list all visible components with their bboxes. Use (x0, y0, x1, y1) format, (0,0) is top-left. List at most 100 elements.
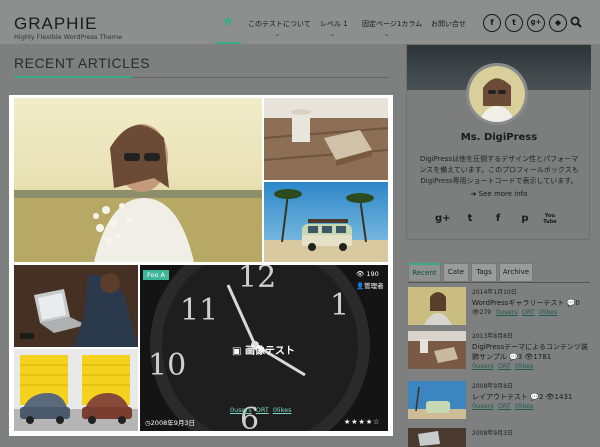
user-icon: 👤 (356, 282, 365, 290)
search-icon[interactable] (570, 16, 582, 28)
arrow-right-icon: ➜ (470, 190, 477, 198)
facebook-icon[interactable]: f (491, 213, 505, 224)
avatar (466, 63, 528, 125)
article-tile-cars[interactable] (14, 349, 138, 431)
post-tags: 0users ORT 0likes (472, 362, 538, 370)
pinterest-icon[interactable]: p (518, 213, 532, 224)
post-tags: 0users ORT 0likes (472, 402, 538, 410)
post-date: 2008年9月3日 (472, 430, 513, 437)
post-views-value: 1431 (554, 393, 573, 401)
featured-date-text: 2008年9月3日 (150, 419, 195, 427)
view-count: 👁 190 (356, 270, 379, 278)
tag-link[interactable]: ORT (498, 402, 511, 410)
post-views-value: 1781 (533, 353, 552, 361)
post-thumbnail[interactable] (408, 381, 466, 419)
featured-date: ◷2008年9月3日 (145, 417, 195, 427)
featured-title[interactable]: ▣ 画像テスト (232, 342, 295, 357)
article-thumbnail (14, 98, 262, 262)
featured-tags: 0users ORT 0likes (230, 406, 296, 414)
nav-home[interactable] (215, 4, 241, 44)
post-title-text: レイアウトテスト (472, 393, 528, 401)
post-thumbnail[interactable] (408, 428, 466, 447)
image-icon: ▣ (232, 346, 242, 357)
author[interactable]: 👤管理者 (356, 280, 384, 290)
recent-post[interactable]: 2014年1月10日 WordPressギャラリーテスト 💬0 👁279 0us… (408, 287, 590, 327)
chevron-down-icon: ⌄ (275, 31, 281, 38)
comment-icon: 💬 (509, 353, 518, 361)
view-count-value: 190 (366, 270, 379, 278)
nav-item-fixed-page[interactable]: 固定ページ1カラム (362, 19, 422, 29)
divider (408, 282, 590, 283)
comment-count: 3 (517, 353, 523, 361)
tag-link[interactable]: 0likes (539, 308, 558, 316)
recent-post[interactable]: 2013年8月8日 DigiPressテーマによるコンテンツ装飾サンプル 💬3 … (408, 331, 590, 371)
tag-link[interactable]: ORT (498, 362, 511, 370)
tag-link[interactable]: 0likes (515, 402, 534, 410)
post-title-text: WordPressギャラリーテスト (472, 299, 565, 307)
category-badge[interactable]: Foo A (143, 270, 169, 280)
article-tile-coffee[interactable] (264, 98, 388, 180)
svg-text:11: 11 (180, 293, 218, 328)
eye-icon: 👁 (356, 270, 365, 278)
tab-recent[interactable]: Recent (408, 263, 441, 282)
post-thumbnail[interactable] (408, 287, 466, 325)
svg-text:10: 10 (148, 348, 186, 383)
nav-item-about[interactable]: このテストについて (248, 19, 311, 29)
twitter-icon[interactable]: t (505, 14, 523, 32)
eye-icon: 👁 (545, 393, 555, 401)
featured-title-text: 画像テスト (244, 346, 295, 357)
profile-description: DigiPressは他を圧倒するデザイン性とパフォーマンスを備えています。このプ… (419, 155, 579, 185)
tag-link[interactable]: 0likes (515, 362, 534, 370)
profile-name: Ms. DigiPress (460, 132, 538, 143)
tag-link[interactable]: ORT (522, 308, 535, 316)
tag-link[interactable]: 0likes (273, 406, 292, 414)
divider-accent (14, 76, 132, 78)
section-title: RECENT ARTICLES (14, 55, 151, 71)
tag-link[interactable]: 0users (472, 402, 494, 410)
comment-count: 2 (538, 393, 544, 401)
site-header: GRAPHIE Highly Flexible WordPress Theme … (0, 0, 600, 44)
home-icon (223, 17, 233, 25)
svg-text:12: 12 (238, 265, 276, 295)
post-title[interactable]: WordPressギャラリーテスト 💬0 (472, 298, 592, 308)
article-thumbnail (14, 349, 138, 431)
author-name: 管理者 (364, 282, 384, 290)
tag-link[interactable]: 0users (230, 406, 252, 414)
svg-text:1: 1 (330, 288, 349, 323)
tag-link[interactable]: 0users (472, 362, 494, 370)
post-views: 👁279 (472, 309, 491, 316)
google-plus-icon[interactable]: g+ (527, 14, 545, 32)
facebook-icon[interactable]: f (483, 14, 501, 32)
post-thumbnail[interactable] (408, 331, 466, 369)
youtube-icon[interactable]: You Tube (543, 213, 557, 225)
google-plus-icon[interactable]: g+ (435, 213, 451, 224)
tab-tags[interactable]: Tags (471, 263, 497, 282)
recent-post[interactable]: 2008年9月3日 (408, 428, 590, 447)
post-date: 2013年8月8日 (472, 333, 513, 340)
post-title[interactable]: レイアウトテスト 💬2 👁1431 (472, 392, 592, 402)
post-tags: 0users ORT 0likes (496, 308, 562, 316)
post-title[interactable]: DigiPressテーマによるコンテンツ装飾サンプル 💬3 👁1781 (472, 342, 592, 362)
tag-link[interactable]: ORT (256, 406, 269, 414)
eye-icon: 👁 (524, 353, 534, 361)
see-more-label: See more info (478, 190, 528, 198)
twitter-icon[interactable]: t (463, 213, 477, 224)
article-tile-beach-van[interactable] (264, 182, 388, 262)
feedly-icon[interactable]: ◆ (549, 14, 567, 32)
article-thumbnail (14, 265, 138, 347)
article-thumbnail (264, 182, 388, 262)
nav-item-level1[interactable]: レベル 1 (320, 19, 348, 29)
tab-cate[interactable]: Cate (443, 263, 469, 282)
chevron-down-icon: ⌄ (330, 31, 336, 38)
article-tile-woman[interactable] (14, 98, 262, 262)
nav-item-contact[interactable]: お問い合せ (431, 19, 466, 29)
site-logo[interactable]: GRAPHIE (14, 14, 98, 34)
site-tagline: Highly Flexible WordPress Theme (14, 33, 123, 41)
comment-count: 0 (575, 299, 580, 307)
recent-post[interactable]: 2008年9月8日 レイアウトテスト 💬2 👁1431 0users ORT 0li… (408, 381, 590, 421)
article-tile-laptop[interactable] (14, 265, 138, 347)
tab-archive[interactable]: Archive (499, 263, 533, 282)
see-more-link[interactable]: ➜ See more info (407, 190, 591, 198)
tag-link[interactable]: 0users (496, 308, 518, 316)
article-thumbnail (264, 98, 388, 180)
